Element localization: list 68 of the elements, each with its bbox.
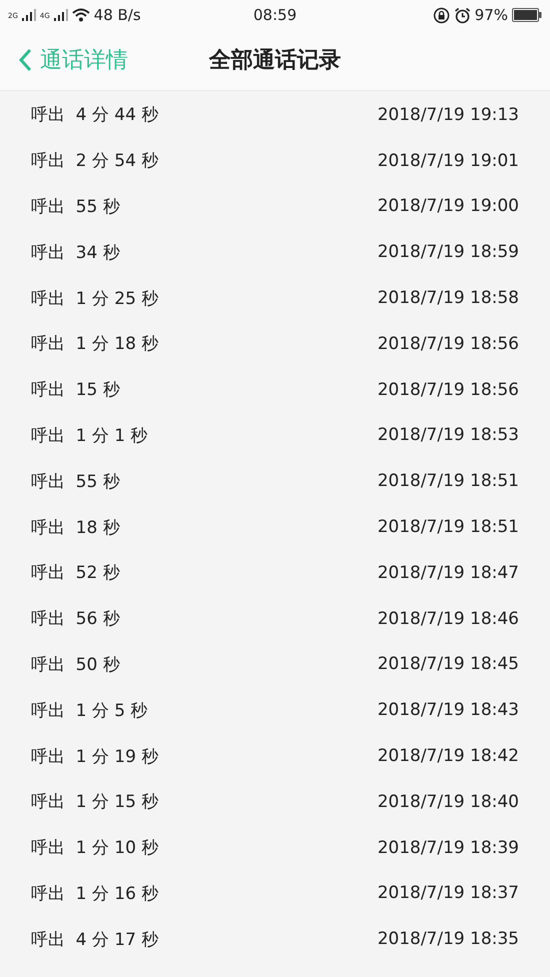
clock: 08:59 [253,6,297,24]
battery-icon [512,8,542,22]
call-row[interactable]: 呼出 1 分 5 秒 2018/7/19 18:43 [0,687,550,734]
call-row[interactable]: 呼出 1 分 1 秒 2018/7/19 18:53 [0,412,550,458]
call-time: 2018/7/19 18:40 [377,792,519,812]
call-row[interactable]: 呼出 55 秒 2018/7/19 19:00 [0,184,550,230]
call-time: 2018/7/19 19:13 [377,104,519,125]
call-row[interactable]: 呼出 34 秒 2018/7/19 18:59 [0,229,550,276]
call-duration: 呼出 18 秒 [31,516,120,539]
battery-percent: 97% [474,6,508,24]
call-time: 2018/7/19 18:56 [377,380,519,400]
signal-icon [54,9,68,21]
call-time: 2018/7/19 18:53 [377,425,519,446]
call-time: 2018/7/19 18:58 [377,288,519,308]
call-time: 2018/7/19 18:46 [377,608,519,629]
call-time: 2018/7/19 18:37 [377,883,519,904]
call-duration: 呼出 1 分 19 秒 [31,746,158,768]
call-time: 2018/7/19 18:51 [377,471,519,492]
call-duration: 呼出 1 分 1 秒 [31,424,148,447]
call-duration: 呼出 1 分 15 秒 [31,791,158,814]
alarm-icon [454,6,471,24]
signal-icon [22,9,36,21]
call-row[interactable]: 呼出 1 分 25 秒 2018/7/19 18:58 [0,275,550,321]
call-row[interactable]: 呼出 1 分 18 秒 2018/7/19 18:56 [0,320,550,367]
rotation-lock-icon [432,6,450,24]
call-row[interactable]: 呼出 50 秒 2018/7/19 18:45 [0,642,550,688]
call-row[interactable]: 呼出 2 分 54 秒 2018/7/19 19:01 [0,138,550,184]
call-row[interactable]: 呼出 1 分 15 秒 2018/7/19 18:40 [0,778,550,825]
call-time: 2018/7/19 18:45 [377,654,519,674]
call-duration: 呼出 1 分 5 秒 [31,700,148,722]
call-duration: 呼出 15 秒 [31,379,120,402]
call-duration: 呼出 1 分 25 秒 [31,288,158,310]
call-time: 2018/7/19 18:59 [377,242,519,262]
call-time: 2018/7/19 18:43 [377,700,519,720]
call-duration: 呼出 1 分 16 秒 [31,882,158,905]
call-time: 2018/7/19 18:47 [377,562,519,583]
call-row[interactable]: 呼出 1 分 16 秒 2018/7/19 18:37 [0,870,550,916]
call-row[interactable]: 呼出 15 秒 2018/7/19 18:56 [0,366,550,413]
call-row[interactable]: 呼出 55 秒 2018/7/19 18:51 [0,458,550,504]
call-duration: 呼出 56 秒 [31,608,120,630]
call-row[interactable]: 呼出 18 秒 2018/7/19 18:51 [0,504,550,550]
call-duration: 呼出 2 分 54 秒 [31,150,158,172]
page-title: 全部通话记录 [209,47,341,75]
call-time: 2018/7/19 18:39 [377,838,519,858]
call-time: 2018/7/19 19:00 [377,196,519,216]
call-duration: 呼出 1 分 10 秒 [31,837,158,860]
call-duration: 呼出 55 秒 [31,196,120,218]
call-time: 2018/7/19 19:01 [377,150,519,171]
call-duration: 呼出 1 分 18 秒 [31,333,158,356]
call-duration: 呼出 4 分 17 秒 [31,928,158,951]
call-time: 2018/7/19 18:56 [377,334,519,354]
call-time: 2018/7/19 18:35 [377,929,519,950]
call-row[interactable]: 呼出 56 秒 2018/7/19 18:46 [0,596,550,642]
call-duration: 呼出 34 秒 [31,242,120,264]
call-duration: 呼出 52 秒 [31,562,120,584]
call-row[interactable]: 呼出 4 分 17 秒 2018/7/19 18:35 [0,916,550,962]
call-duration: 呼出 4 分 44 秒 [31,104,158,126]
call-row[interactable]: 呼出 1 分 10 秒 2018/7/19 18:39 [0,824,550,871]
call-row[interactable]: 呼出 4 分 44 秒 2018/7/19 19:13 [0,92,550,138]
wifi-icon [72,8,90,22]
chevron-left-icon [18,48,32,72]
network-speed: 48 B/s [94,6,141,24]
call-row[interactable]: 呼出 1 分 19 秒 2018/7/19 18:42 [0,733,550,779]
call-row[interactable]: 呼出 52 秒 2018/7/19 18:47 [0,550,550,596]
call-time: 2018/7/19 18:42 [377,746,519,766]
call-time: 2018/7/19 18:51 [377,517,519,538]
call-duration: 呼出 50 秒 [31,654,120,676]
call-duration: 呼出 55 秒 [31,470,120,493]
